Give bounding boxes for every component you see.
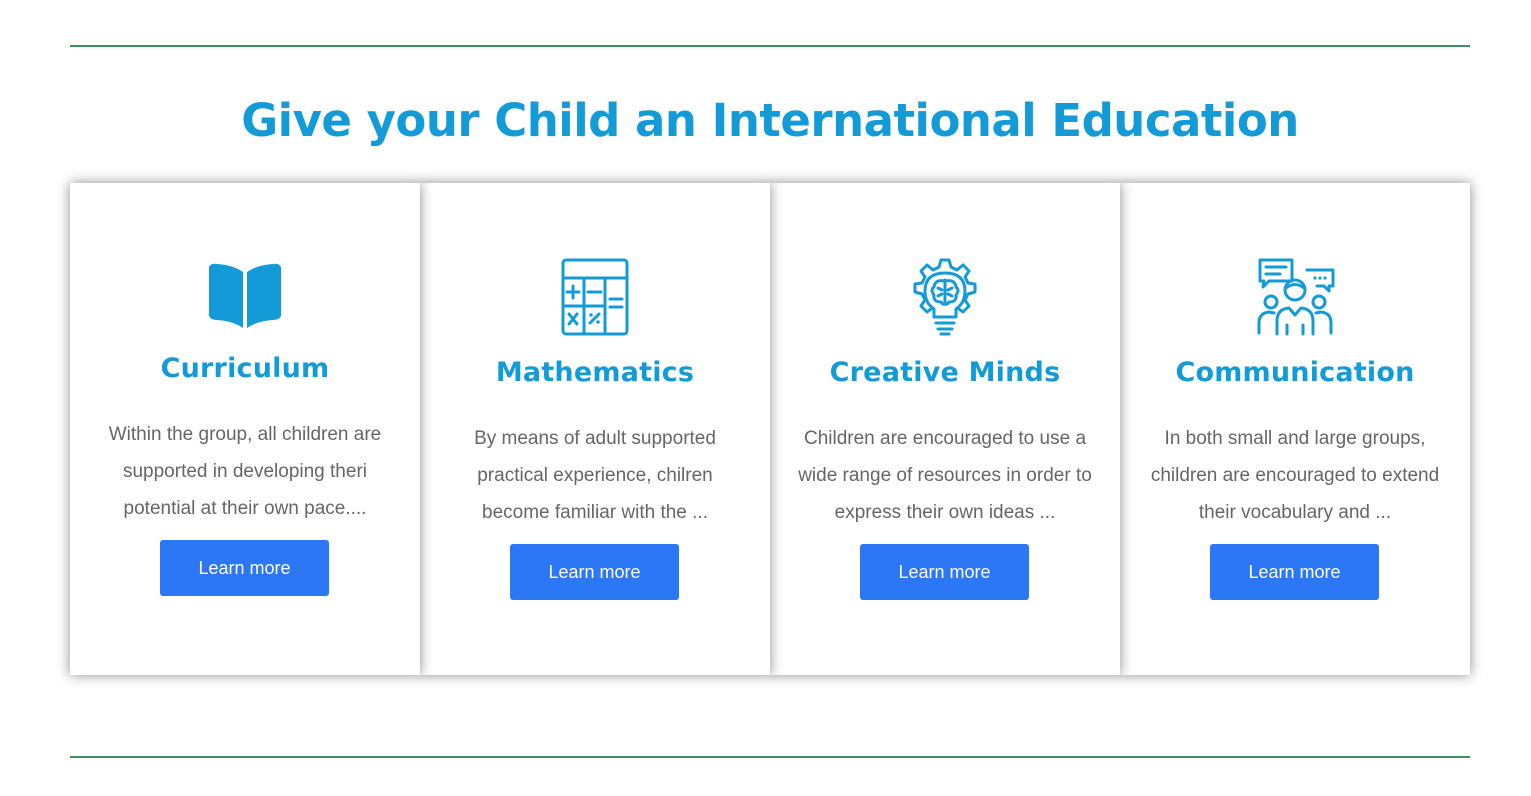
top-divider (70, 45, 1470, 47)
feature-cards: Curriculum Within the group, all childre… (70, 183, 1470, 675)
bottom-divider (70, 756, 1470, 758)
card-title: Curriculum (160, 353, 330, 384)
card-description: Within the group, all children are suppo… (108, 424, 382, 519)
card-title: Mathematics (495, 357, 695, 388)
card-communication: Communication In both small and large gr… (1120, 183, 1470, 675)
card-title: Communication (1175, 357, 1415, 388)
card-title: Creative Minds (829, 357, 1061, 388)
calculator-icon (561, 258, 629, 336)
learn-more-button-curriculum[interactable]: Learn more (160, 540, 329, 596)
learn-more-button-mathematics[interactable]: Learn more (510, 544, 679, 600)
group-chat-icon (1257, 258, 1335, 336)
card-creative-minds: Creative Minds Children are encouraged t… (770, 183, 1120, 675)
card-description: In both small and large groups, children… (1150, 428, 1440, 523)
learn-more-button-creative-minds[interactable]: Learn more (860, 544, 1029, 600)
section-heading: Give your Child an International Educati… (241, 94, 1299, 147)
card-curriculum: Curriculum Within the group, all childre… (70, 183, 420, 675)
book-icon (209, 263, 281, 328)
brain-gear-bulb-icon (913, 258, 977, 336)
education-section: Give your Child an International Educati… (0, 0, 1531, 796)
learn-more-button-communication[interactable]: Learn more (1210, 544, 1379, 600)
card-mathematics: Mathematics By means of adult supported … (420, 183, 770, 675)
card-description: By means of adult supported practical ex… (474, 428, 716, 523)
card-description: Children are encouraged to use a wide ra… (798, 428, 1092, 523)
